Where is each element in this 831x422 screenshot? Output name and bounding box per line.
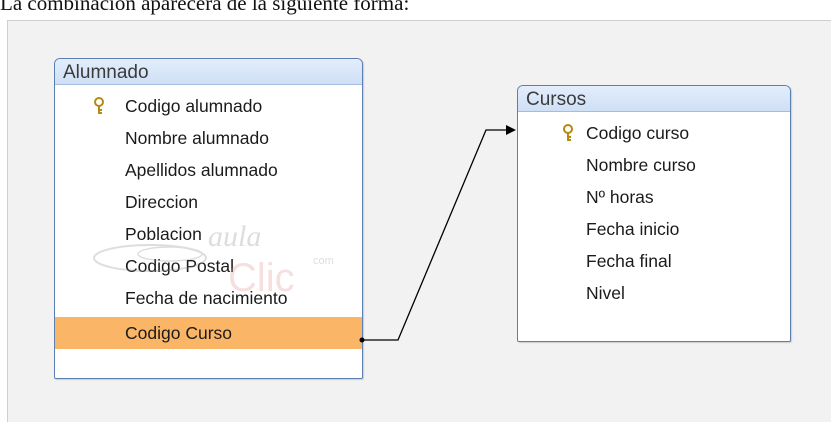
watermark-line2: Clic	[228, 256, 295, 298]
watermark-line1: aula	[208, 220, 261, 253]
watermark-small: com	[313, 255, 334, 267]
aulaclic-watermark-logo: aula com Clic	[93, 220, 334, 298]
relationship-line[interactable]	[0, 0, 831, 421]
